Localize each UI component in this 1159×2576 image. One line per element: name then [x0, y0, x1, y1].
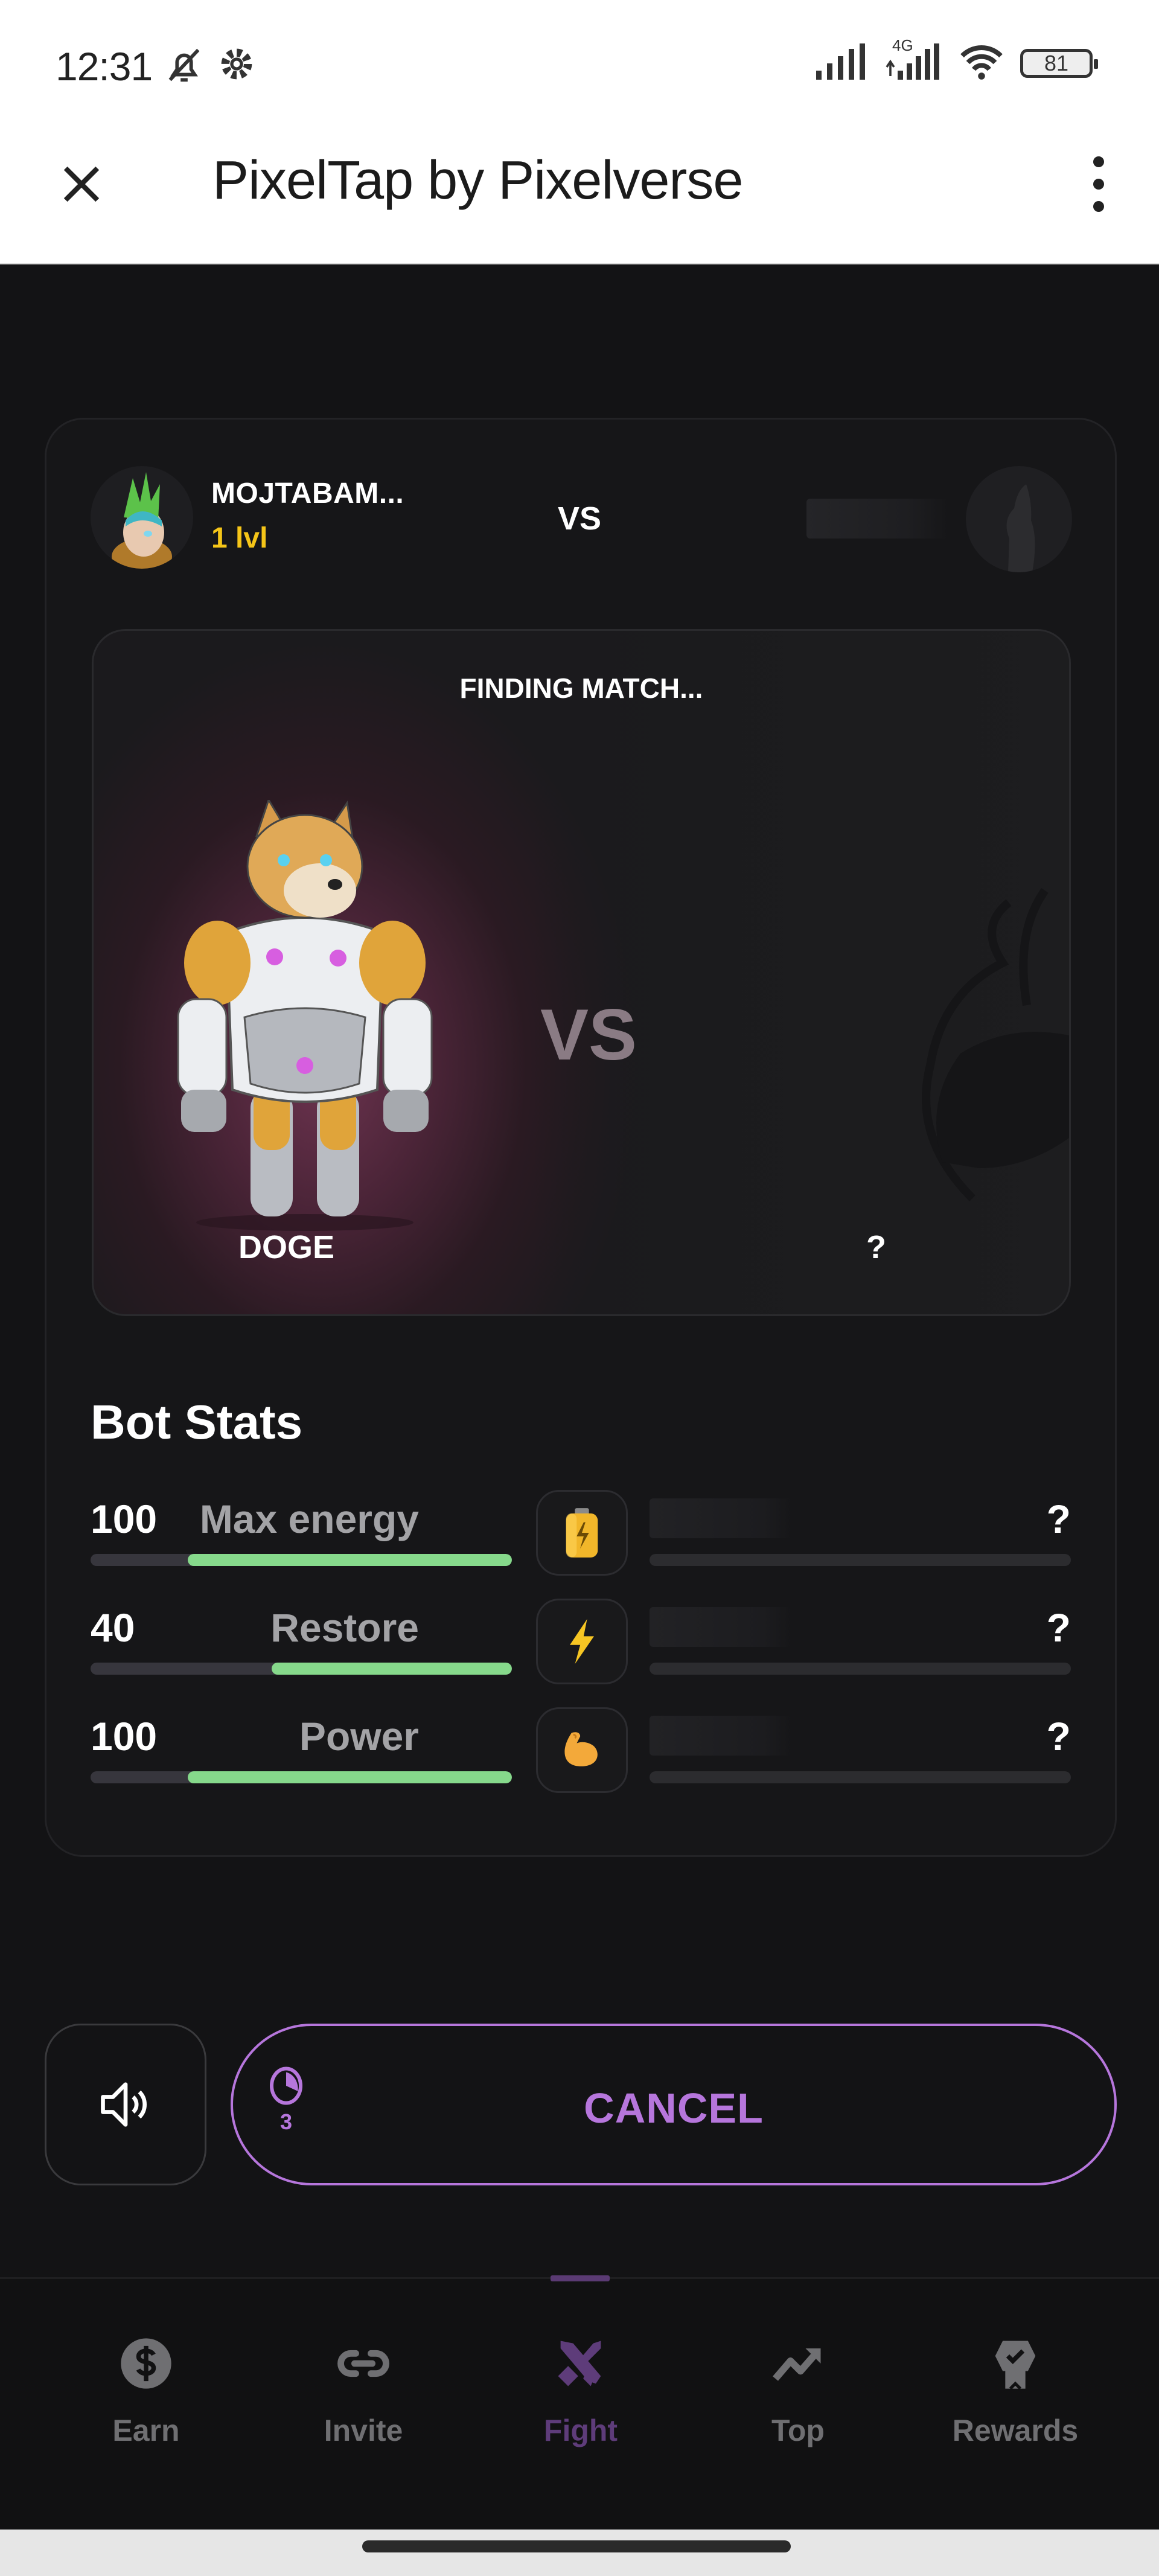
battery-icon [536, 1490, 628, 1576]
flexed-biceps-icon [536, 1707, 628, 1793]
opponent-stat-placeholder [650, 1498, 792, 1538]
close-icon [63, 166, 100, 202]
player-info [91, 466, 193, 569]
stat-row-restore: 40 Restore ? [91, 1599, 1071, 1695]
player-level: 1 lvl [211, 522, 268, 554]
nav-label: Top [771, 2414, 825, 2447]
stat-bar [91, 1554, 512, 1566]
opponent-avatar-placeholder [966, 466, 1072, 572]
player-avatar [91, 466, 193, 569]
nav-earn[interactable]: Earn [49, 2333, 243, 2448]
cancel-button[interactable]: 3 CANCEL [231, 2024, 1117, 2185]
opponent-stat-bar [650, 1771, 1071, 1783]
opponent-stat-value: ? [1046, 1714, 1071, 1759]
arena-panel: FINDING MATCH... VS DOGE ? [92, 629, 1071, 1316]
nav-label: Invite [324, 2414, 403, 2447]
cancel-label: CANCEL [584, 2085, 764, 2132]
stat-bar [91, 1663, 512, 1675]
stat-value: 100 [91, 1714, 158, 1759]
sound-toggle-button[interactable] [45, 2024, 206, 2185]
bot-stats-title: Bot Stats [91, 1395, 303, 1449]
more-options-button[interactable] [1074, 151, 1123, 217]
stat-value: 100 [91, 1497, 158, 1541]
match-status: FINDING MATCH... [459, 673, 703, 704]
speaker-icon [101, 2082, 147, 2127]
app-title: PixelTap by Pixelverse [212, 150, 743, 211]
opponent-bot-name: ? [866, 1229, 886, 1265]
opponent-stat-value: ? [1046, 1605, 1071, 1650]
signal-icon [816, 43, 870, 83]
nav-label: Earn [112, 2414, 180, 2447]
award-badge-icon [995, 2341, 1036, 2390]
system-gesture-area [0, 2530, 1159, 2576]
opponent-stat-bar [650, 1663, 1071, 1675]
nav-top[interactable]: Top [701, 2333, 895, 2448]
arena-vs-label: VS [540, 994, 637, 1075]
opponent-stat-bar [650, 1554, 1071, 1566]
more-vert-icon [1093, 156, 1104, 168]
status-time: 12:31 [56, 44, 153, 89]
gear-icon [217, 45, 256, 86]
bell-off-icon [163, 45, 205, 90]
opponent-bot-silhouette [888, 884, 1069, 1222]
signal-4g-icon: 4G [885, 36, 943, 83]
stat-label: Restore [270, 1605, 419, 1650]
battery-indicator: 81 [1020, 48, 1098, 78]
player-bot-name: DOGE [238, 1229, 335, 1265]
doge-bot-image [154, 797, 456, 1235]
nav-invite[interactable]: Invite [267, 2333, 460, 2448]
stat-row-max-energy: 100 Max energy ? [91, 1490, 1071, 1587]
link-icon [337, 2350, 389, 2377]
opponent-name-placeholder [806, 499, 949, 539]
home-gesture-bar[interactable] [362, 2540, 791, 2552]
nav-label: Fight [543, 2414, 618, 2447]
stat-bar-fill [187, 1771, 512, 1783]
crossed-swords-icon [558, 2341, 601, 2386]
opponent-stat-placeholder [650, 1716, 792, 1756]
opponent-stat-value: ? [1046, 1497, 1071, 1541]
stat-bar-fill [187, 1554, 512, 1566]
bottom-navigation: Earn Invite Fight Top Rewards [0, 2275, 1159, 2530]
stat-value: 40 [91, 1605, 135, 1650]
stat-row-power: 100 Power ? [91, 1707, 1071, 1804]
status-bar: 12:31 4G 81 [0, 0, 1159, 121]
stat-label: Max energy [199, 1497, 419, 1541]
lightning-icon [536, 1599, 628, 1684]
nav-fight[interactable]: Fight [484, 2333, 677, 2448]
nav-rewards[interactable]: Rewards [919, 2333, 1112, 2448]
dollar-coin-icon [121, 2338, 171, 2389]
stat-bar [91, 1771, 512, 1783]
close-button[interactable] [54, 157, 109, 211]
stat-bar-fill [272, 1663, 512, 1675]
active-tab-indicator [551, 2275, 610, 2281]
stat-label: Power [299, 1714, 419, 1759]
wifi-icon [957, 42, 1006, 84]
nav-label: Rewards [952, 2414, 1079, 2447]
vs-label: VS [558, 500, 602, 537]
trending-up-icon [773, 2348, 821, 2381]
app-bar: PixelTap by Pixelverse [0, 121, 1159, 264]
opponent-stat-placeholder [650, 1607, 792, 1647]
player-name: MOJTABAM... [211, 478, 404, 510]
